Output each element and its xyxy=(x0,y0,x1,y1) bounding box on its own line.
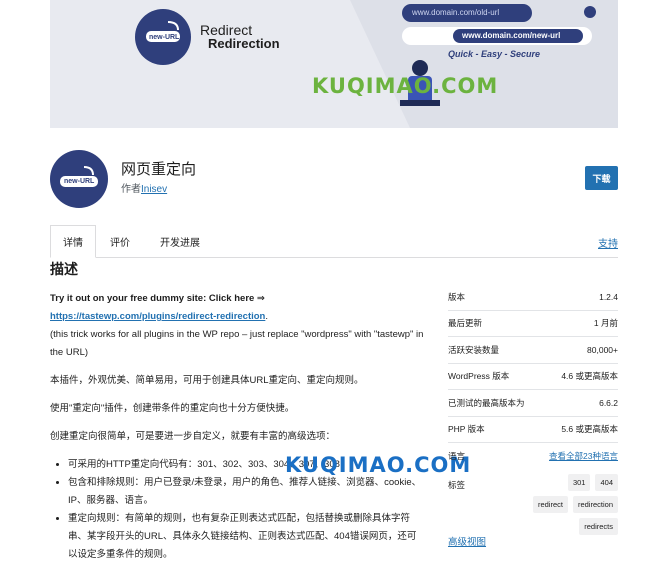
tastewp-link[interactable]: https://tastewp.com/plugins/redirect-red… xyxy=(50,311,265,322)
meta-value: 4.6 或更高版本 xyxy=(561,371,618,382)
meta-label: 版本 xyxy=(448,291,466,302)
banner-art xyxy=(50,0,618,128)
plugin-tabs: 详情 评价 开发进展 支持 xyxy=(50,225,618,258)
description-body: Try it out on your free dummy site: Clic… xyxy=(50,290,425,564)
tag-404[interactable]: 404 xyxy=(595,473,618,491)
tag-redirects[interactable]: redirects xyxy=(579,517,618,535)
meta-tested-up-to: 已测试的最高版本为 6.6.2 xyxy=(448,390,618,417)
list-item: 重定向规则：有简单的规则，也有复杂正则表达式匹配，包括替换或删除具体字符串、某字… xyxy=(68,510,425,564)
banner-new-url: www.domain.com/new-url xyxy=(462,31,561,40)
languages-link[interactable]: 查看全部23种语言 xyxy=(549,450,618,462)
trick-note: (this trick works for all plugins in the… xyxy=(50,329,424,358)
tag-redirect[interactable]: redirect xyxy=(532,495,568,513)
meta-label: PHP 版本 xyxy=(448,424,485,435)
plugin-author: 作者Inisev xyxy=(121,180,167,195)
meta-value: 5.6 或更高版本 xyxy=(561,424,618,435)
tab-reviews[interactable]: 评价 xyxy=(104,225,136,257)
meta-label: 已测试的最高版本为 xyxy=(448,397,525,408)
meta-php-version: PHP 版本 5.6 或更高版本 xyxy=(448,417,618,443)
tag-redirection[interactable]: redirection xyxy=(572,495,618,513)
description-para2: 使用"重定向"插件，创建带条件的重定向也十分方便快捷。 xyxy=(50,403,295,414)
advanced-view-link[interactable]: 高级视图 xyxy=(448,534,486,548)
meta-value: 80,000+ xyxy=(587,344,618,355)
try-link-suffix: . xyxy=(265,311,269,322)
meta-version: 版本 1.2.4 xyxy=(448,284,618,311)
banner-logo-text: new-URL xyxy=(149,34,180,41)
meta-value: 6.6.2 xyxy=(599,397,618,408)
tags-label: 标签 xyxy=(448,479,466,490)
plugin-header: new-URL 网页重定向 作者Inisev 下载 xyxy=(50,150,618,210)
tag-list: 301 404 redirect redirection redirects xyxy=(530,473,618,535)
watermark-2: KUQIMAO.COM xyxy=(285,453,472,477)
meta-label: 语言 xyxy=(448,451,466,462)
meta-value: 1 月前 xyxy=(593,318,618,329)
banner-title-line2: Redirection xyxy=(208,36,280,51)
meta-active-installs: 活跃安装数量 80,000+ xyxy=(448,337,618,364)
watermark: KUQIMAO.COM xyxy=(312,74,499,98)
description-heading: 描述 xyxy=(50,261,78,277)
list-item: 包含和排除规则：用户已登录/未登录，用户的角色、推荐人链接、浏览器、cookie… xyxy=(68,474,425,510)
description-para3: 创建重定向很简单，可是要进一步自定义，就要有丰富的高级选项： xyxy=(50,431,336,442)
meta-label: 活跃安装数量 xyxy=(448,344,500,355)
tab-development[interactable]: 开发进展 xyxy=(152,225,208,257)
try-line: Try it out on your free dummy site: Clic… xyxy=(50,293,265,304)
tags-row: 标签 301 404 redirect redirection redirect… xyxy=(448,473,618,535)
meta-value: 1.2.4 xyxy=(599,291,618,302)
banner-old-url: www.domain.com/old-url xyxy=(412,8,500,17)
banner-tagline: Quick - Easy - Secure xyxy=(448,49,541,59)
tab-details[interactable]: 详情 xyxy=(50,225,96,258)
meta-label: WordPress 版本 xyxy=(448,371,510,382)
plugin-banner: new-URL Redirect Redirection www.domain.… xyxy=(50,0,618,128)
plugin-icon-text: new-URL xyxy=(64,178,95,185)
author-link[interactable]: Inisev xyxy=(141,184,167,195)
description-para1: 本插件，外观优美、简单易用，可用于创建具体URL重定向、重定向规则。 xyxy=(50,375,364,386)
support-link[interactable]: 支持 xyxy=(598,235,618,250)
plugin-icon: new-URL xyxy=(50,150,108,208)
meta-languages: 语言 查看全部23种语言 xyxy=(448,443,618,470)
meta-label: 最后更新 xyxy=(448,318,483,329)
tag-301[interactable]: 301 xyxy=(567,473,591,491)
plugin-meta: 版本 1.2.4 最后更新 1 月前 活跃安装数量 80,000+ WordPress… xyxy=(448,284,618,535)
meta-last-updated: 最后更新 1 月前 xyxy=(448,311,618,337)
plugin-title: 网页重定向 xyxy=(121,161,197,178)
author-prefix: 作者 xyxy=(121,184,141,195)
download-button[interactable]: 下载 xyxy=(585,166,618,190)
meta-wp-version: WordPress 版本 4.6 或更高版本 xyxy=(448,364,618,390)
